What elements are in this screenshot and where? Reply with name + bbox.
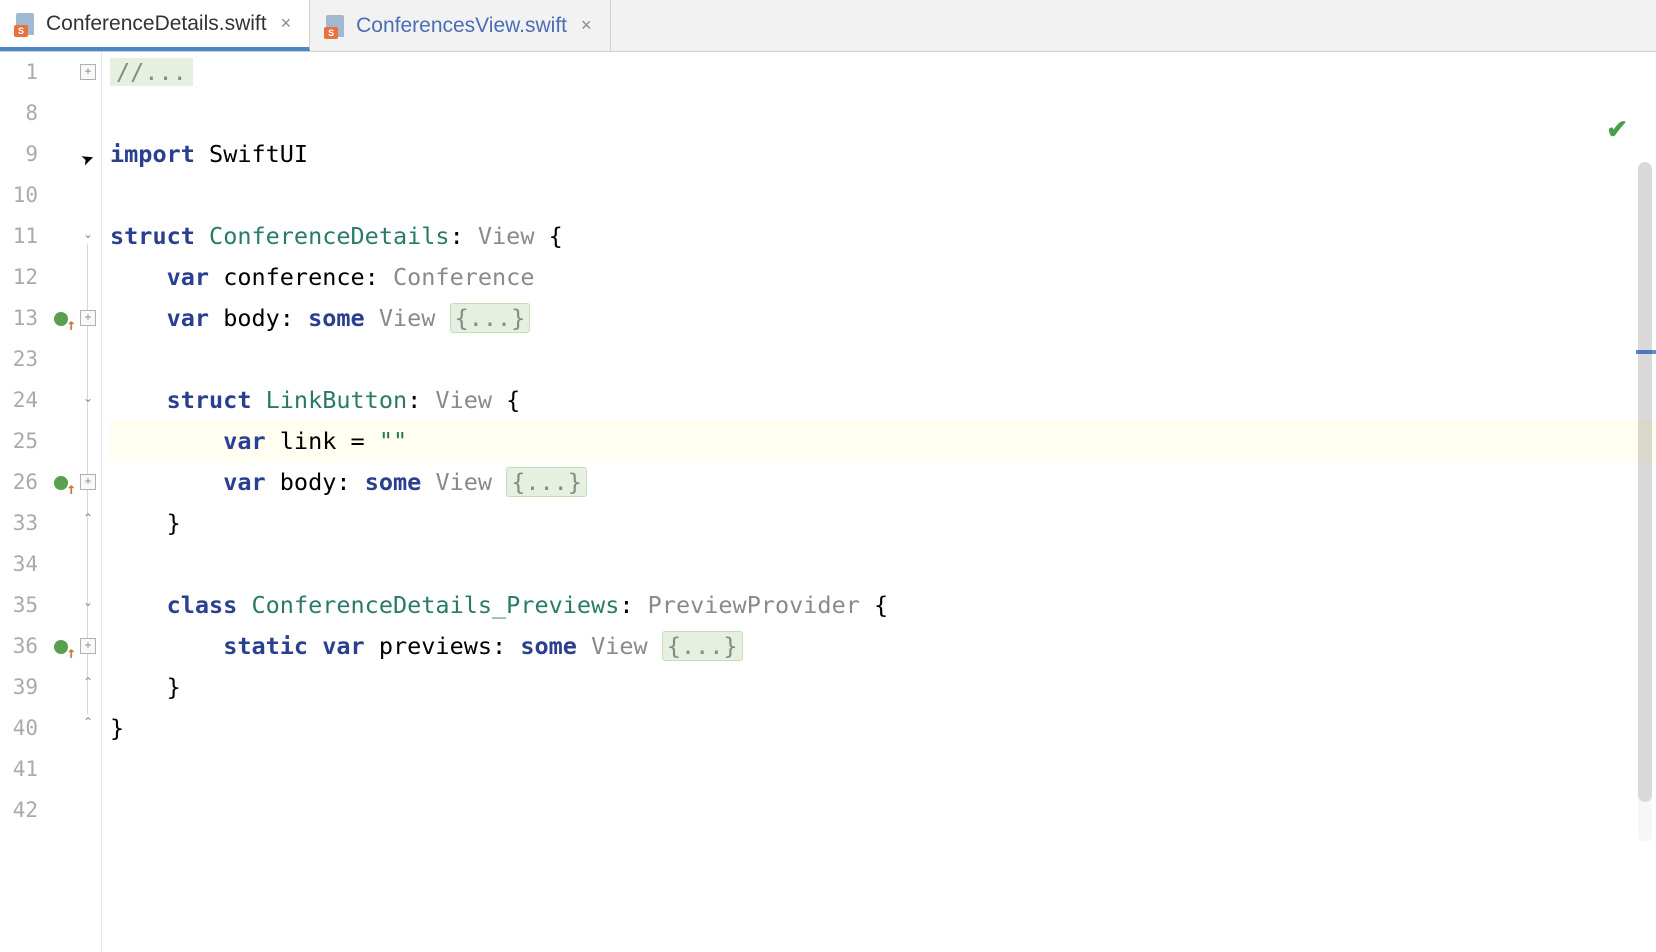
line-number: 13↑: [0, 298, 38, 339]
code-line[interactable]: struct ConferenceDetails: View {: [110, 216, 1656, 257]
code-line[interactable]: //...: [110, 52, 1656, 93]
folded-region[interactable]: {...}: [450, 303, 531, 333]
editor: 1 8 9 10 11 12 13↑ 23 24 25 26↑ 33 34 35…: [0, 52, 1656, 952]
tab-label: ConferenceDetails.swift: [46, 12, 267, 36]
code-line[interactable]: [110, 93, 1656, 134]
fold-collapse-icon[interactable]: ⌄: [80, 596, 96, 612]
line-number: 42: [0, 790, 38, 831]
line-number: 35: [0, 585, 38, 626]
code-line[interactable]: [110, 544, 1656, 585]
fold-expand-icon[interactable]: +: [80, 310, 96, 326]
line-number: 8: [0, 93, 38, 134]
fold-expand-icon[interactable]: +: [80, 638, 96, 654]
code-line[interactable]: var body: some View {...}: [110, 462, 1656, 503]
line-number: 34: [0, 544, 38, 585]
tab-conferences-view[interactable]: S ConferencesView.swift ×: [310, 0, 610, 51]
code-line[interactable]: var conference: Conference: [110, 257, 1656, 298]
line-number: 25: [0, 421, 38, 462]
fold-collapse-icon[interactable]: ⌄: [80, 392, 96, 408]
line-number-gutter: 1 8 9 10 11 12 13↑ 23 24 25 26↑ 33 34 35…: [0, 52, 78, 952]
line-number: 36↑: [0, 626, 38, 667]
line-number: 26↑: [0, 462, 38, 503]
close-icon[interactable]: ×: [277, 13, 296, 34]
line-number: 33: [0, 503, 38, 544]
folded-region[interactable]: {...}: [662, 631, 743, 661]
code-line[interactable]: [110, 749, 1656, 790]
code-area[interactable]: ➤ //... import SwiftUI struct Conference…: [102, 52, 1656, 952]
code-line[interactable]: import SwiftUI: [110, 134, 1656, 175]
line-number: 40: [0, 708, 38, 749]
line-number: 11: [0, 216, 38, 257]
close-icon[interactable]: ×: [577, 15, 596, 36]
fold-end-icon[interactable]: ⌃: [80, 716, 96, 732]
fold-column: + ⌄ + ⌄ + ⌃ ⌄ + ⌃ ⌃: [78, 52, 102, 952]
line-number: 9: [0, 134, 38, 175]
code-line[interactable]: var body: some View {...}: [110, 298, 1656, 339]
tab-bar: S ConferenceDetails.swift × S Conference…: [0, 0, 1656, 52]
line-number: 24: [0, 380, 38, 421]
code-line[interactable]: }: [110, 503, 1656, 544]
code-line[interactable]: struct LinkButton: View {: [110, 380, 1656, 421]
swift-file-icon: S: [14, 13, 36, 35]
fold-end-icon[interactable]: ⌃: [80, 512, 96, 528]
line-number: 41: [0, 749, 38, 790]
code-line[interactable]: static var previews: some View {...}: [110, 626, 1656, 667]
line-number: 1: [0, 52, 38, 93]
code-line[interactable]: var link = "": [110, 421, 1656, 462]
code-line[interactable]: }: [110, 708, 1656, 749]
tab-conference-details[interactable]: S ConferenceDetails.swift ×: [0, 0, 310, 51]
line-number: 39: [0, 667, 38, 708]
inspection-ok-icon[interactable]: ✔: [1606, 114, 1628, 145]
line-number: 23: [0, 339, 38, 380]
line-number: 10: [0, 175, 38, 216]
fold-end-icon[interactable]: ⌃: [80, 676, 96, 692]
folded-region[interactable]: {...}: [506, 467, 587, 497]
tab-label: ConferencesView.swift: [356, 14, 567, 38]
scrollbar-thumb[interactable]: [1638, 162, 1652, 802]
fold-collapse-icon[interactable]: ⌄: [80, 228, 96, 244]
swift-file-icon: S: [324, 15, 346, 37]
fold-expand-icon[interactable]: +: [80, 474, 96, 490]
code-line[interactable]: class ConferenceDetails_Previews: Previe…: [110, 585, 1656, 626]
code-line[interactable]: }: [110, 667, 1656, 708]
code-line[interactable]: [110, 339, 1656, 380]
fold-expand-icon[interactable]: +: [80, 64, 96, 80]
code-line[interactable]: [110, 790, 1656, 831]
line-number: 12: [0, 257, 38, 298]
code-line[interactable]: [110, 175, 1656, 216]
